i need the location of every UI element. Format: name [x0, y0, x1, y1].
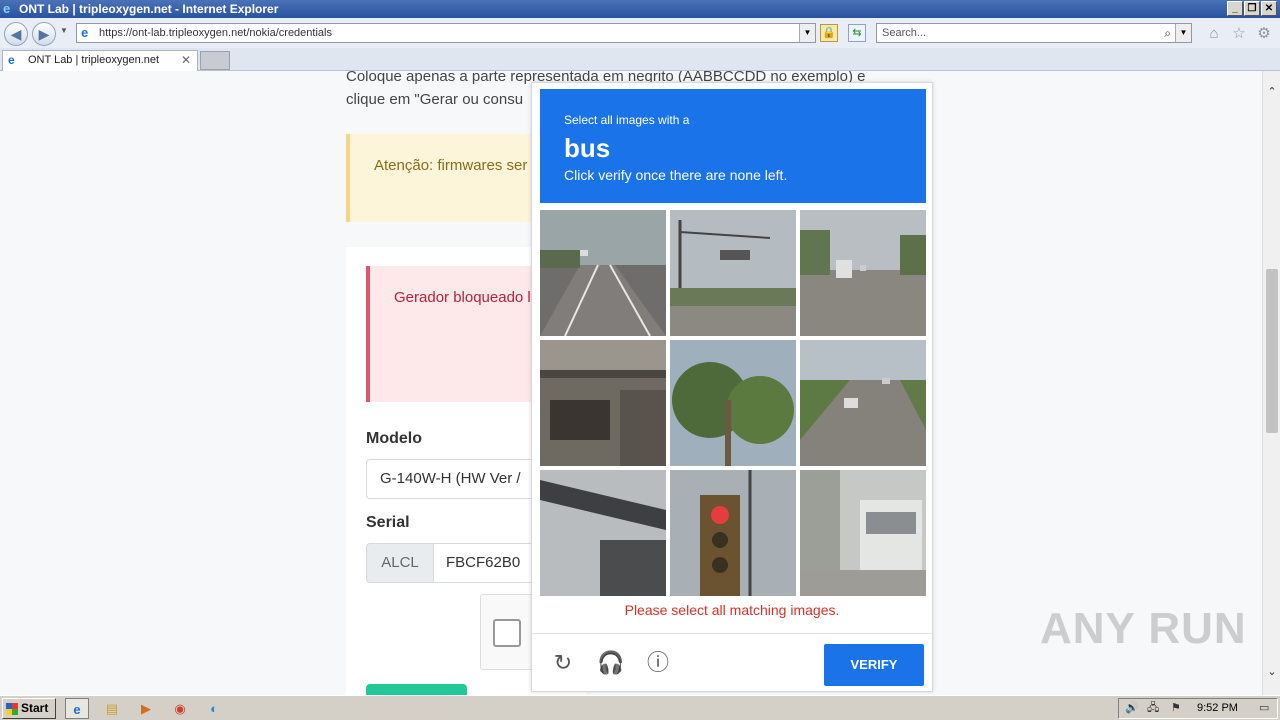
search-box[interactable]: Search... ⌕ ▼	[876, 23, 1192, 43]
back-button[interactable]: ◀	[4, 22, 28, 46]
network-icon[interactable]: 🖧	[1147, 699, 1159, 718]
captcha-tile-traffic-light[interactable]	[670, 210, 796, 336]
ie-logo-icon: e	[3, 1, 11, 16]
danger-alert: Gerador bloqueado liberação. Caso tenha …	[366, 266, 556, 402]
chrome-taskbar-icon[interactable]: ◉	[168, 698, 192, 719]
captcha-tile-traffic-light-red[interactable]	[670, 470, 796, 596]
new-tab-button[interactable]	[200, 51, 230, 70]
close-window-button[interactable]: ✕	[1261, 1, 1277, 16]
ie-taskbar-icon[interactable]: e	[65, 698, 89, 719]
hcaptcha-checkbox[interactable]	[493, 619, 521, 647]
captcha-tile-bus-closeup[interactable]	[800, 470, 926, 596]
system-tray: 🔊 🖧 ⚑ 9:52 PM ▭	[1118, 698, 1278, 719]
address-dropdown-icon[interactable]: ▼	[799, 24, 815, 42]
forward-button[interactable]: ▶	[32, 22, 56, 46]
clock: 9:52 PM	[1197, 702, 1238, 714]
flag-icon[interactable]: ⚑	[1171, 699, 1181, 718]
modelo-select[interactable]: G-140W-H (HW Ver /	[366, 459, 546, 499]
media-player-taskbar-icon[interactable]: ▶	[134, 698, 158, 719]
history-dropdown-icon[interactable]: ▼	[60, 26, 68, 35]
captcha-error: Please select all matching images.	[624, 602, 840, 618]
window-titlebar: e ONT Lab | tripleoxygen.net - Internet …	[0, 0, 1280, 18]
captcha-header: Select all images with a bus Click verif…	[540, 89, 926, 203]
search-icon[interactable]: ⌕	[1164, 24, 1171, 42]
warning-alert: Atenção: firmwares ser provenientes de o…	[346, 134, 546, 222]
captcha-challenge: Select all images with a bus Click verif…	[531, 82, 933, 692]
captcha-prompt: Select all images with a	[564, 113, 690, 127]
tab-ont-lab[interactable]: e ONT Lab | tripleoxygen.net ✕	[2, 50, 198, 71]
start-label: Start	[21, 701, 49, 715]
volume-icon[interactable]: 🔊	[1125, 699, 1139, 718]
captcha-tile-road-with-cars[interactable]	[800, 340, 926, 466]
scroll-down-icon[interactable]: ⌄	[1263, 665, 1280, 679]
arrow-right-icon: ▶	[38, 26, 50, 42]
window-title: ONT Lab | tripleoxygen.net - Internet Ex…	[19, 2, 279, 16]
lock-icon[interactable]: 🔒	[820, 24, 838, 42]
captcha-tile-bridge-underside[interactable]	[540, 340, 666, 466]
captcha-instruction: Click verify once there are none left.	[564, 167, 788, 183]
ie-page-icon: e	[81, 25, 89, 40]
scroll-up-icon[interactable]: ⌃	[1263, 85, 1280, 99]
serial-label: Serial	[366, 514, 410, 531]
headphones-icon[interactable]: 🎧	[597, 650, 624, 676]
captcha-tile-road-with-bus[interactable]	[800, 210, 926, 336]
favorites-star-icon[interactable]: ☆	[1230, 25, 1248, 43]
modelo-label: Modelo	[366, 430, 422, 447]
tab-bar: e ONT Lab | tripleoxygen.net ✕	[0, 48, 1280, 71]
show-desktop-icon[interactable]: ▭	[1259, 699, 1269, 718]
captcha-tile-bridge-structure[interactable]	[540, 470, 666, 596]
close-tab-icon[interactable]: ✕	[181, 51, 191, 70]
folder-taskbar-icon[interactable]: ▤	[100, 698, 124, 719]
minimize-button[interactable]: _	[1227, 1, 1243, 16]
captcha-grid	[540, 210, 926, 596]
captcha-target: bus	[564, 133, 611, 163]
captcha-tile-palm-trees[interactable]	[670, 340, 796, 466]
refresh-button[interactable]: ⇆	[848, 24, 866, 42]
info-icon[interactable]: ⓘ	[645, 650, 671, 676]
tab-label: ONT Lab | tripleoxygen.net	[28, 54, 160, 66]
anyrun-watermark: ANY RUN	[1040, 604, 1247, 653]
captcha-divider	[532, 633, 932, 634]
scroll-thumb[interactable]	[1266, 269, 1278, 433]
generate-button[interactable]	[366, 684, 467, 695]
taskbar: Start e ▤ ▶ ◉ ◐ 🔊 🖧 ⚑ 9:52 PM ▭	[0, 695, 1280, 720]
home-icon[interactable]: ⌂	[1205, 25, 1223, 43]
serial-prefix: ALCL	[366, 543, 434, 583]
captcha-tile-road-highway[interactable]	[540, 210, 666, 336]
start-button[interactable]: Start	[2, 698, 56, 719]
navigation-bar: ◀ ▶ ▼ e https://ont-lab.tripleoxygen.net…	[0, 18, 1280, 48]
windows-logo-icon	[6, 703, 18, 715]
gear-icon[interactable]: ⚙	[1255, 25, 1273, 43]
edge-taskbar-icon[interactable]: ◐	[202, 698, 226, 719]
search-input[interactable]: Search...	[882, 24, 926, 42]
arrow-left-icon: ◀	[10, 26, 22, 42]
restore-button[interactable]: ❐	[1244, 1, 1260, 16]
verify-button[interactable]: VERIFY	[824, 644, 924, 686]
refresh-captcha-icon[interactable]: ↻	[550, 650, 576, 676]
ie-tab-icon: e	[8, 53, 15, 67]
address-bar[interactable]: e https://ont-lab.tripleoxygen.net/nokia…	[76, 23, 816, 43]
refresh-icon: ⇆	[852, 27, 862, 39]
address-url: https://ont-lab.tripleoxygen.net/nokia/c…	[99, 27, 332, 39]
vertical-scrollbar[interactable]: ⌃ ⌄	[1262, 71, 1280, 695]
search-dropdown-icon[interactable]: ▼	[1175, 24, 1191, 42]
